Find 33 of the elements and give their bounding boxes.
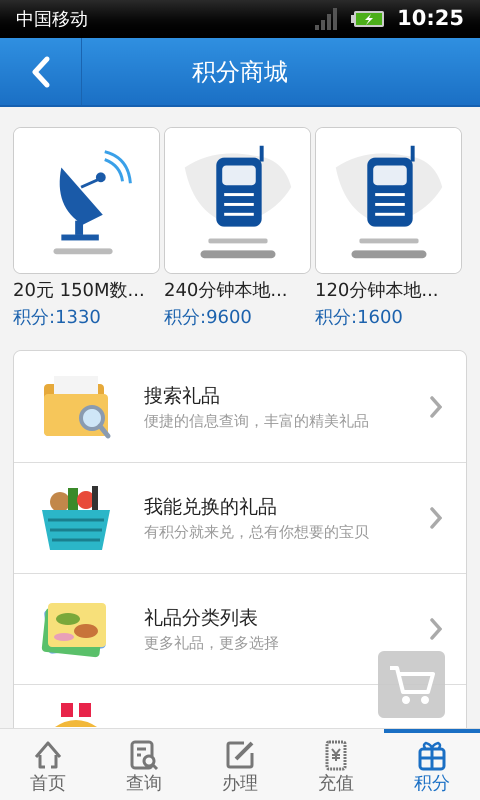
menu-subtitle: 有积分就来兑，总有你想要的宝贝 [144, 522, 370, 543]
cart-icon [388, 664, 436, 706]
edit-icon [224, 738, 256, 770]
menu-title: 礼品分类列表 [144, 606, 259, 631]
tab[interactable]: 首页 [0, 729, 96, 800]
page-title: 积分商城 [191, 56, 289, 88]
menu-subtitle: 更多礼品，更多选择 [144, 633, 280, 654]
menu-item[interactable]: 我能兑换的礼品 有积分就来兑，总有你想要的宝贝 [14, 462, 466, 573]
tab[interactable]: 查询 [96, 729, 192, 800]
carrier-name: 中国移动 [16, 8, 88, 32]
chevron-icon [430, 618, 442, 640]
product-name[interactable]: 20元 150M数... [13, 278, 160, 304]
tab[interactable]: 充值 [288, 729, 384, 800]
menu-subtitle: 便捷的信息查询，丰富的精美礼品 [144, 410, 370, 432]
product-points: 积分:1600 [315, 306, 404, 330]
document-search-icon [128, 738, 160, 770]
product-name[interactable]: 240分钟本地... [164, 278, 311, 304]
battery-icon [351, 10, 386, 28]
back-icon [30, 56, 50, 88]
product-points: 积分:1330 [13, 306, 102, 330]
signal-icon [315, 8, 340, 30]
home-icon [32, 738, 64, 770]
chevron-icon [430, 396, 442, 418]
product-name[interactable]: 120分钟本地... [315, 278, 462, 304]
tab[interactable]: 办理 [192, 729, 288, 800]
clock: 10:25 [397, 5, 464, 32]
menu-title: 搜索礼品 [144, 384, 221, 408]
chevron-icon [430, 507, 442, 529]
gift-icon [416, 738, 448, 770]
product-points: 积分:9600 [164, 306, 253, 330]
menu-item[interactable]: 搜索礼品 便捷的信息查询，丰富的精美礼品 [14, 351, 466, 462]
tab[interactable]: 积分 [384, 729, 480, 800]
menu-title: 我能兑换的礼品 [144, 495, 278, 520]
